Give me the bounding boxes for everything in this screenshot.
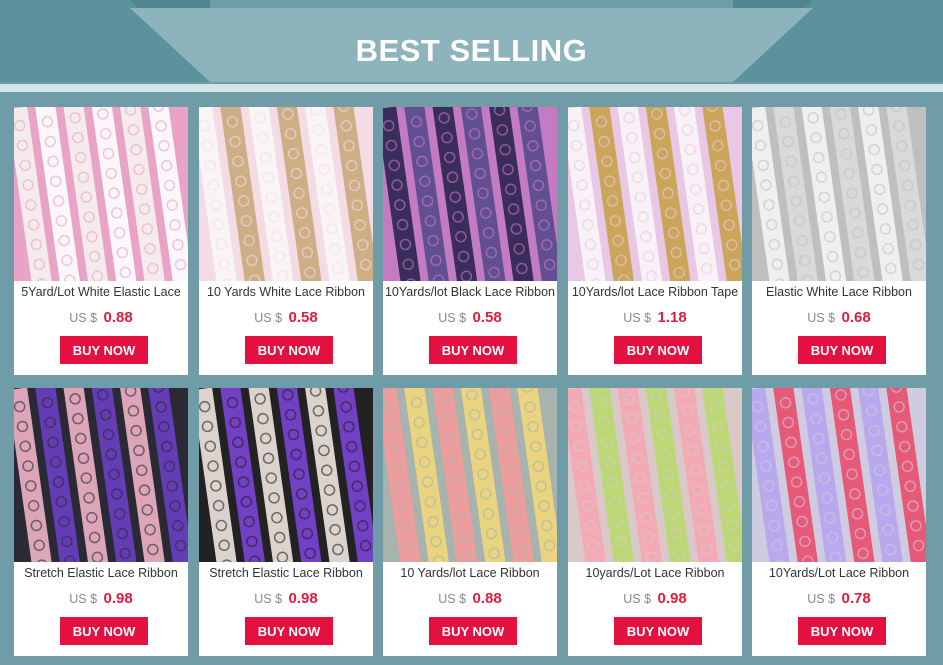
currency-label: US $ — [807, 592, 836, 606]
product-title[interactable]: 5Yard/Lot White Elastic Lace — [14, 285, 188, 303]
product-card[interactable]: 5Yard/Lot White Elastic Lace US $ 0.88 BUY… — [14, 107, 188, 375]
product-card[interactable]: 10 Yards/lot Lace Ribbon US $ 0.88 BUY NOW — [383, 388, 557, 656]
price-line: US $ 0.98 — [14, 590, 188, 608]
product-image[interactable] — [752, 388, 926, 562]
buy-now-button[interactable]: BUY NOW — [614, 336, 702, 364]
product-card[interactable]: 10Yards/Lot Lace Ribbon US $ 0.78 BUY NOW — [752, 388, 926, 656]
price-value: 0.88 — [103, 309, 133, 326]
price-line: US $ 0.98 — [568, 590, 742, 608]
currency-label: US $ — [623, 592, 652, 606]
price-value: 0.78 — [841, 590, 871, 607]
product-card[interactable]: 10Yards/lot Black Lace Ribbon US $ 0.58 BU… — [383, 107, 557, 375]
product-card[interactable]: 10 Yards White Lace Ribbon US $ 0.58 BUY N… — [199, 107, 373, 375]
product-title[interactable]: Stretch Elastic Lace Ribbon — [199, 566, 373, 584]
currency-label: US $ — [438, 311, 467, 325]
buy-now-button[interactable]: BUY NOW — [614, 617, 702, 645]
product-image[interactable] — [199, 388, 373, 562]
buy-now-button[interactable]: BUY NOW — [429, 617, 517, 645]
buy-now-button[interactable]: BUY NOW — [429, 336, 517, 364]
product-image[interactable] — [568, 388, 742, 562]
product-image[interactable] — [199, 107, 373, 281]
currency-label: US $ — [254, 592, 283, 606]
price-value: 0.98 — [103, 590, 133, 607]
buy-now-button[interactable]: BUY NOW — [60, 617, 148, 645]
product-title[interactable]: Stretch Elastic Lace Ribbon — [14, 566, 188, 584]
product-card[interactable]: Stretch Elastic Lace Ribbon US $ 0.98 BUY … — [199, 388, 373, 656]
buy-now-button[interactable]: BUY NOW — [798, 617, 886, 645]
product-card[interactable]: 10yards/Lot Lace Ribbon US $ 0.98 BUY NOW — [568, 388, 742, 656]
price-value: 1.18 — [657, 309, 687, 326]
product-card[interactable]: Elastic White Lace Ribbon US $ 0.68 BUY NO… — [752, 107, 926, 375]
product-title[interactable]: 10 Yards/lot Lace Ribbon — [383, 566, 557, 584]
currency-label: US $ — [69, 311, 98, 325]
price-line: US $ 1.18 — [568, 309, 742, 327]
currency-label: US $ — [623, 311, 652, 325]
product-image[interactable] — [14, 107, 188, 281]
buy-now-button[interactable]: BUY NOW — [245, 617, 333, 645]
price-value: 0.58 — [288, 309, 318, 326]
currency-label: US $ — [438, 592, 467, 606]
price-value: 0.98 — [657, 590, 687, 607]
product-title[interactable]: 10 Yards White Lace Ribbon — [199, 285, 373, 303]
product-image[interactable] — [383, 388, 557, 562]
price-line: US $ 0.88 — [14, 309, 188, 327]
product-title[interactable]: 10yards/Lot Lace Ribbon — [568, 566, 742, 584]
product-image[interactable] — [568, 107, 742, 281]
best-selling-banner: BEST SELLING — [0, 0, 943, 100]
price-line: US $ 0.98 — [199, 590, 373, 608]
product-card[interactable]: Stretch Elastic Lace Ribbon US $ 0.98 BUY … — [14, 388, 188, 656]
currency-label: US $ — [69, 592, 98, 606]
product-title[interactable]: 10Yards/lot Black Lace Ribbon — [383, 285, 557, 303]
banner-title: BEST SELLING — [355, 33, 588, 68]
price-line: US $ 0.78 — [752, 590, 926, 608]
price-value: 0.98 — [288, 590, 318, 607]
price-line: US $ 0.58 — [383, 309, 557, 327]
price-value: 0.68 — [841, 309, 871, 326]
price-value: 0.88 — [472, 590, 502, 607]
product-image[interactable] — [752, 107, 926, 281]
price-value: 0.58 — [472, 309, 502, 326]
product-title[interactable]: 10Yards/Lot Lace Ribbon — [752, 566, 926, 584]
product-card[interactable]: 10Yards/lot Lace Ribbon Tape US $ 1.18 BUY… — [568, 107, 742, 375]
product-title[interactable]: Elastic White Lace Ribbon — [752, 285, 926, 303]
price-line: US $ 0.68 — [752, 309, 926, 327]
currency-label: US $ — [254, 311, 283, 325]
currency-label: US $ — [807, 311, 836, 325]
buy-now-button[interactable]: BUY NOW — [798, 336, 886, 364]
product-image[interactable] — [383, 107, 557, 281]
product-title[interactable]: 10Yards/lot Lace Ribbon Tape — [568, 285, 742, 303]
product-image[interactable] — [14, 388, 188, 562]
buy-now-button[interactable]: BUY NOW — [245, 336, 333, 364]
price-line: US $ 0.58 — [199, 309, 373, 327]
price-line: US $ 0.88 — [383, 590, 557, 608]
buy-now-button[interactable]: BUY NOW — [60, 336, 148, 364]
